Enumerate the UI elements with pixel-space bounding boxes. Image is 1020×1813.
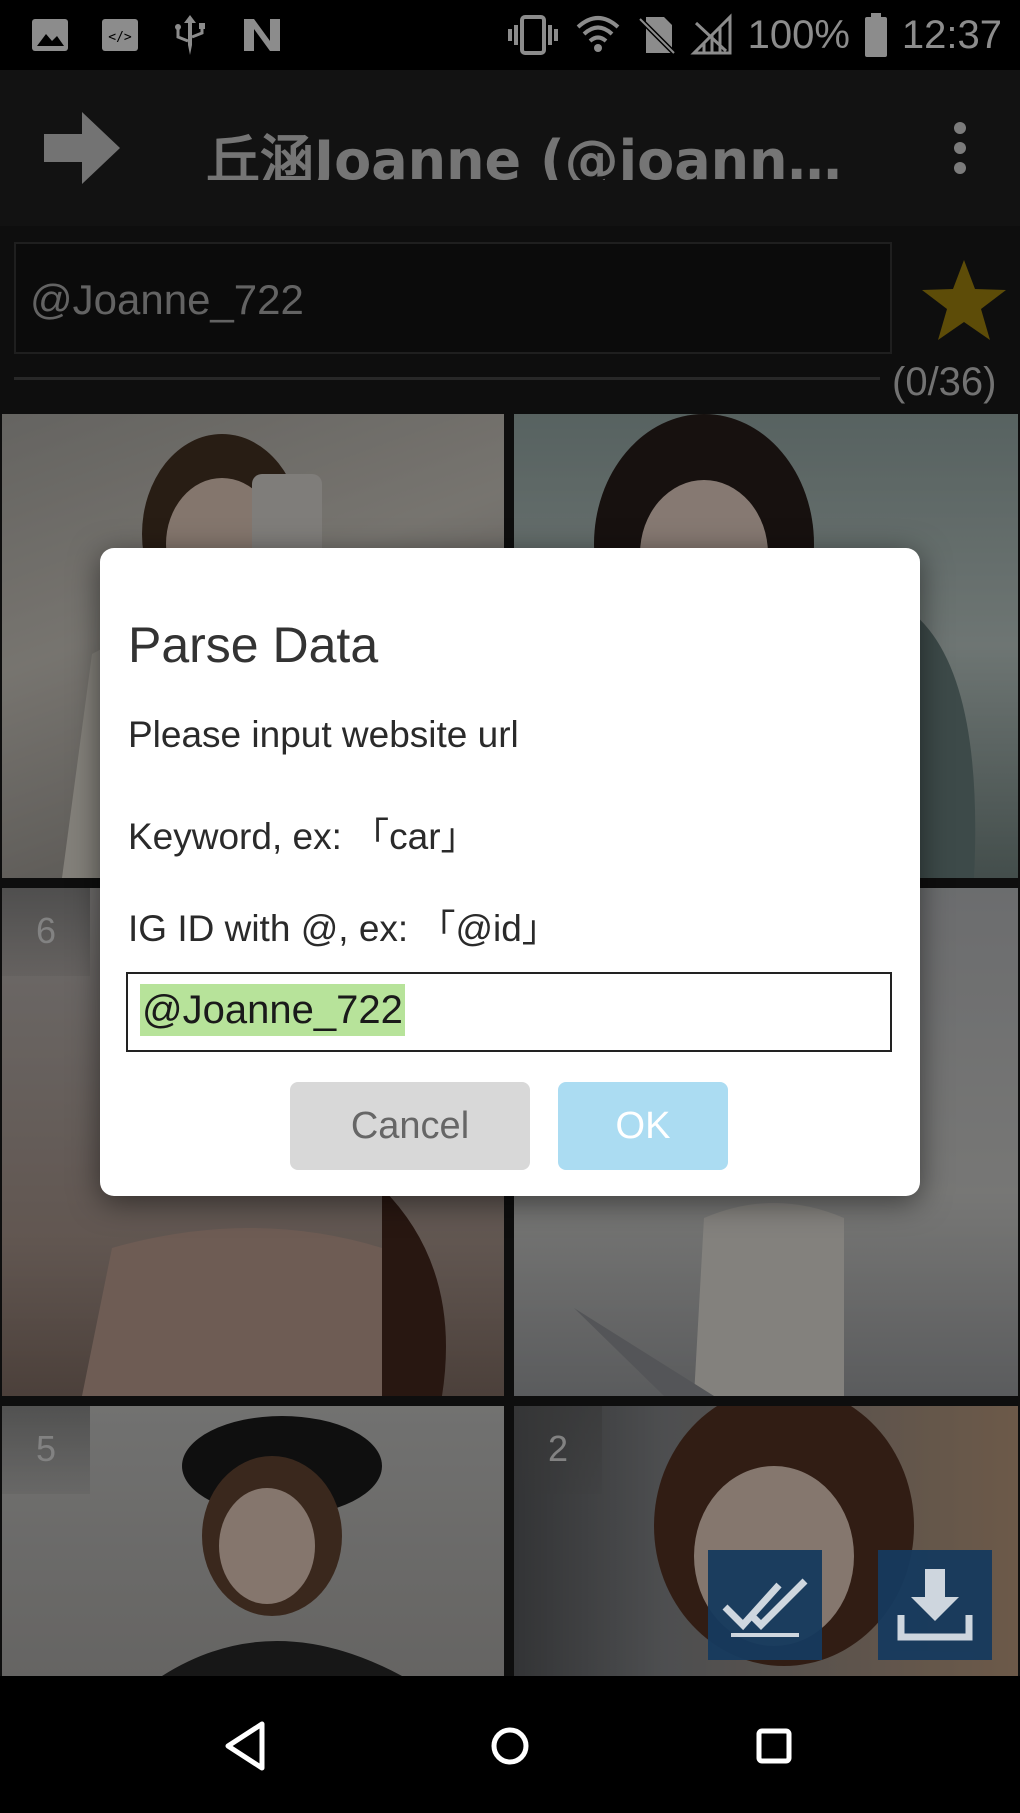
dialog-instruction-3: IG ID with @, ex: 「@id」 <box>128 908 559 949</box>
url-input-field[interactable]: @Joanne_722 <box>126 972 892 1052</box>
parse-data-dialog: Parse Data Please input website url Keyw… <box>100 548 920 1196</box>
dialog-instruction-1: Please input website url <box>128 714 519 755</box>
navigation-bar <box>0 1676 1020 1813</box>
nav-home-icon[interactable] <box>480 1716 540 1776</box>
download-button[interactable] <box>878 1550 992 1660</box>
input-selected-text: @Joanne_722 <box>140 984 405 1036</box>
select-all-button[interactable] <box>708 1550 822 1660</box>
ok-button[interactable]: OK <box>558 1082 728 1170</box>
dialog-instruction-2: Keyword, ex: 「car」 <box>128 816 478 857</box>
download-icon <box>897 1569 973 1641</box>
dialog-title: Parse Data <box>128 617 379 673</box>
nav-back-icon[interactable] <box>218 1716 278 1776</box>
double-check-icon <box>722 1578 808 1637</box>
cancel-button[interactable]: Cancel <box>290 1082 530 1170</box>
nav-recents-icon[interactable] <box>744 1716 804 1776</box>
